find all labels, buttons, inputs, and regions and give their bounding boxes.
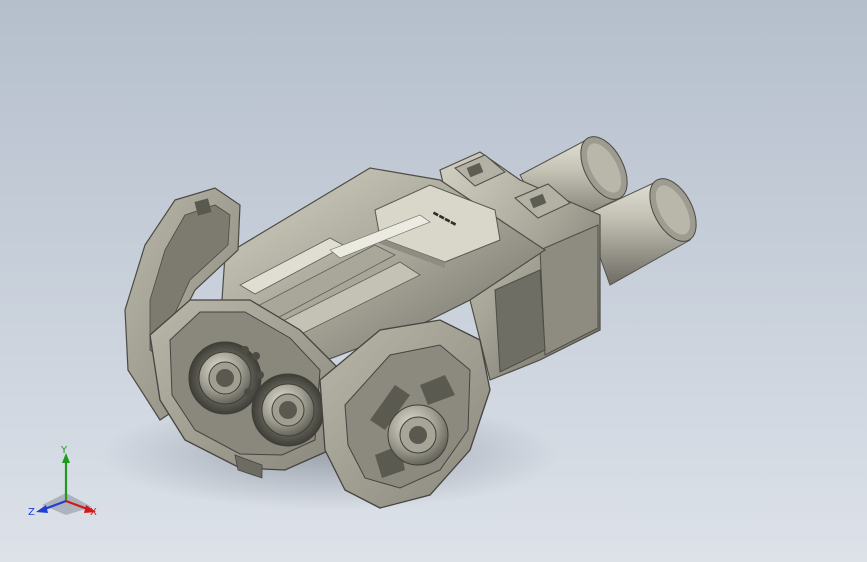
axis-triad: Y X Z bbox=[28, 445, 97, 518]
connector-3d-model[interactable]: ▬▬▬▬ bbox=[0, 0, 867, 562]
mounting-boss[interactable] bbox=[387, 404, 449, 466]
z-axis-label: Z bbox=[28, 507, 35, 518]
z-axis-arrow bbox=[36, 505, 48, 513]
contact-socket-2[interactable] bbox=[251, 373, 325, 447]
x-axis-label: X bbox=[90, 507, 97, 518]
y-axis-label: Y bbox=[60, 445, 68, 456]
graphics-viewport[interactable]: ▬▬▬▬ Y X Z bbox=[0, 0, 867, 562]
contact-socket-1[interactable] bbox=[188, 341, 262, 415]
